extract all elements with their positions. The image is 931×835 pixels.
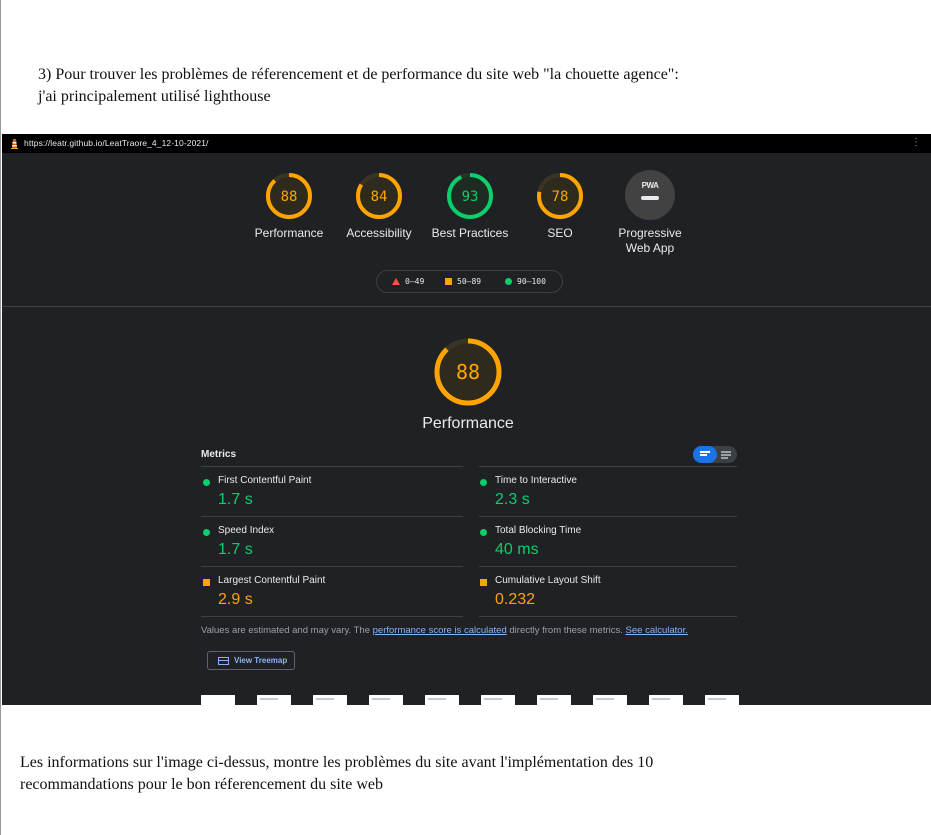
gauge-score: 88 [281,189,298,205]
legend-average-range: 50–89 [457,277,482,286]
note-prefix: Values are estimated and may vary. The [201,625,373,636]
gauge-ring: 84 [356,173,402,219]
metric-name: Time to Interactive [495,475,577,486]
metric-row-divider [201,616,463,617]
filmstrip-frame [425,695,459,705]
pwa-badge[interactable]: PWA [625,170,675,220]
filmstrip-frame [313,695,347,705]
metric-value: 2.3 s [495,491,530,508]
outro-text: Les informations sur l'image ci-dessus, … [20,752,880,796]
pwa-label-line-1: Progressive [618,226,682,240]
pass-circle-icon [480,529,487,536]
pwa-label-line-2: Web App [625,241,675,255]
metric-value: 2.9 s [218,591,253,608]
metric-row-divider [201,466,463,467]
filmstrip-frame [369,695,403,705]
intro-line-2: j'ai principalement utilisé lighthouse [38,88,271,105]
average-square-icon [480,579,487,586]
metric-value: 40 ms [495,541,539,558]
view-treemap-button[interactable]: View Treemap [207,651,295,670]
gauge-ring: 78 [537,173,583,219]
gauge-score: 93 [462,189,479,205]
filmstrip-frame [257,695,291,705]
score-legend: 0–49 50–89 90–100 [376,270,563,293]
gauge-score: 84 [371,189,388,205]
page-left-rule [0,0,1,835]
metric-name: First Contentful Paint [218,475,312,486]
filmstrip-frame [481,695,515,705]
gauge-score: 78 [552,189,569,205]
intro-line-1: 3) Pour trouver les problèmes de réferen… [38,66,679,83]
gauge-ring: 88 [266,173,312,219]
legend-average: 50–89 [445,277,481,286]
filmstrip-frame [649,695,683,705]
metric-value: 1.7 s [218,491,253,508]
metrics-view-toggle[interactable] [693,446,737,463]
note-middle: directly from these metrics. [506,625,626,636]
metric-value: 0.232 [495,591,536,608]
fail-triangle-icon [392,278,400,285]
gauge-ring: 93 [447,173,493,219]
legend-pass-range: 90–100 [517,277,546,286]
filmstrip-frame [201,695,235,705]
toggle-compact-view[interactable] [693,446,717,463]
report-url-bar: https://leatr.github.io/LeatTraore_4_12-… [2,134,931,153]
metric-row-divider [479,516,737,517]
pass-circle-icon [480,479,487,486]
metric-row-divider [479,616,737,617]
metric-name: Cumulative Layout Shift [495,575,601,586]
filmstrip-frame [705,695,739,705]
metric-row-divider [479,566,737,567]
performance-big-score: 88 [456,360,480,384]
pass-circle-icon [505,278,512,285]
more-options-icon[interactable]: ⋮ [911,137,921,148]
legend-pass: 90–100 [505,277,546,286]
filmstrip [201,695,741,705]
performance-title: Performance [422,415,514,432]
lighthouse-screenshot: https://leatr.github.io/LeatTraore_4_12-… [2,134,931,705]
pass-circle-icon [203,529,210,536]
treemap-icon [218,657,229,665]
view-treemap-label: View Treemap [234,656,288,665]
metric-name: Total Blocking Time [495,525,582,536]
lighthouse-icon [11,139,18,149]
lines-icon [700,451,710,457]
metric-row-divider [479,466,737,467]
gauge-label-pwa: Progressive Web App [595,226,705,256]
outro-line-2: recommandations pour le bon réferencemen… [20,776,383,793]
outro-line-1: Les informations sur l'image ci-dessus, … [20,754,654,771]
pwa-dash-icon [641,196,659,200]
legend-fail-range: 0–49 [405,277,425,286]
pwa-badge-text: PWA [641,181,659,190]
performance-score-link[interactable]: performance score is calculated [373,625,507,636]
see-calculator-link[interactable]: See calculator. [626,625,688,636]
average-square-icon [203,579,210,586]
average-square-icon [445,278,452,285]
metric-row-divider [201,566,463,567]
intro-text: 3) Pour trouver les problèmes de réferen… [38,64,898,108]
filmstrip-frame [593,695,627,705]
metric-name: Speed Index [218,525,275,536]
list-icon[interactable] [721,451,731,460]
performance-big-gauge: 88 [434,338,502,406]
filmstrip-frame [537,695,571,705]
metric-row-divider [201,516,463,517]
metrics-note: Values are estimated and may vary. The p… [201,625,688,636]
report-url[interactable]: https://leatr.github.io/LeatTraore_4_12-… [24,138,209,148]
section-divider [2,306,931,307]
metric-value: 1.7 s [218,541,253,558]
metric-name: Largest Contentful Paint [218,575,326,586]
pass-circle-icon [203,479,210,486]
metrics-heading: Metrics [201,449,237,460]
legend-fail: 0–49 [392,277,424,286]
